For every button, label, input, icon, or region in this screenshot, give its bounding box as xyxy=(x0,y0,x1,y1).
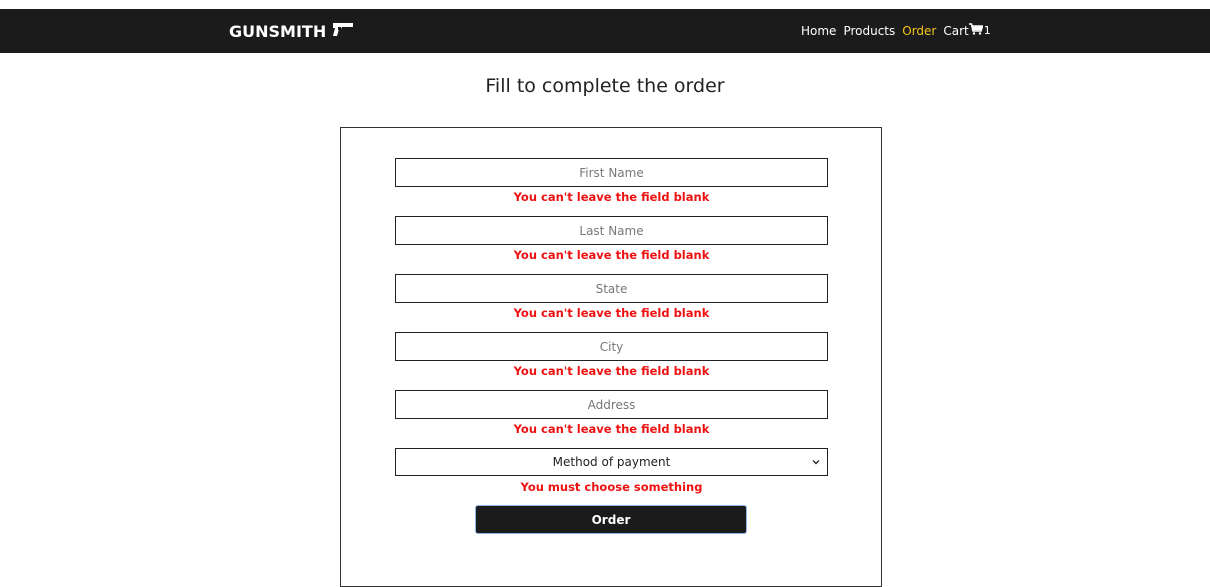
address-error: You can't leave the field blank xyxy=(513,422,710,436)
address-input[interactable] xyxy=(395,390,828,419)
state-input[interactable] xyxy=(395,274,828,303)
nav-link-home[interactable]: Home xyxy=(801,24,836,38)
city-input[interactable] xyxy=(395,332,828,361)
brand-logo[interactable]: GUNSMITH xyxy=(229,21,354,41)
nav-links: Home Products Order Cart 1 xyxy=(801,23,991,38)
nav-link-products[interactable]: Products xyxy=(843,24,895,38)
nav-link-cart[interactable]: Cart 1 xyxy=(943,23,991,38)
payment-method-select[interactable]: Method of payment xyxy=(395,448,828,476)
order-button[interactable]: Order xyxy=(475,505,747,534)
cart-count-badge: 1 xyxy=(983,24,991,37)
city-error: You can't leave the field blank xyxy=(513,364,710,378)
first-name-error: You can't leave the field blank xyxy=(513,190,710,204)
payment-method-error: You must choose something xyxy=(520,480,703,494)
last-name-input[interactable] xyxy=(395,216,828,245)
first-name-input[interactable] xyxy=(395,158,828,187)
brand-name: GUNSMITH xyxy=(229,21,327,41)
last-name-error: You can't leave the field blank xyxy=(513,248,710,262)
navbar: GUNSMITH Home Products Order Cart 1 xyxy=(0,9,1210,53)
chevron-down-icon xyxy=(811,456,821,466)
nav-link-order[interactable]: Order xyxy=(902,24,936,38)
payment-method-selected: Method of payment xyxy=(552,455,671,469)
page-title: Fill to complete the order xyxy=(485,75,725,97)
state-error: You can't leave the field blank xyxy=(513,306,710,320)
cart-label: Cart xyxy=(943,23,969,38)
shopping-cart-icon xyxy=(968,23,984,38)
pistol-icon xyxy=(332,21,354,41)
